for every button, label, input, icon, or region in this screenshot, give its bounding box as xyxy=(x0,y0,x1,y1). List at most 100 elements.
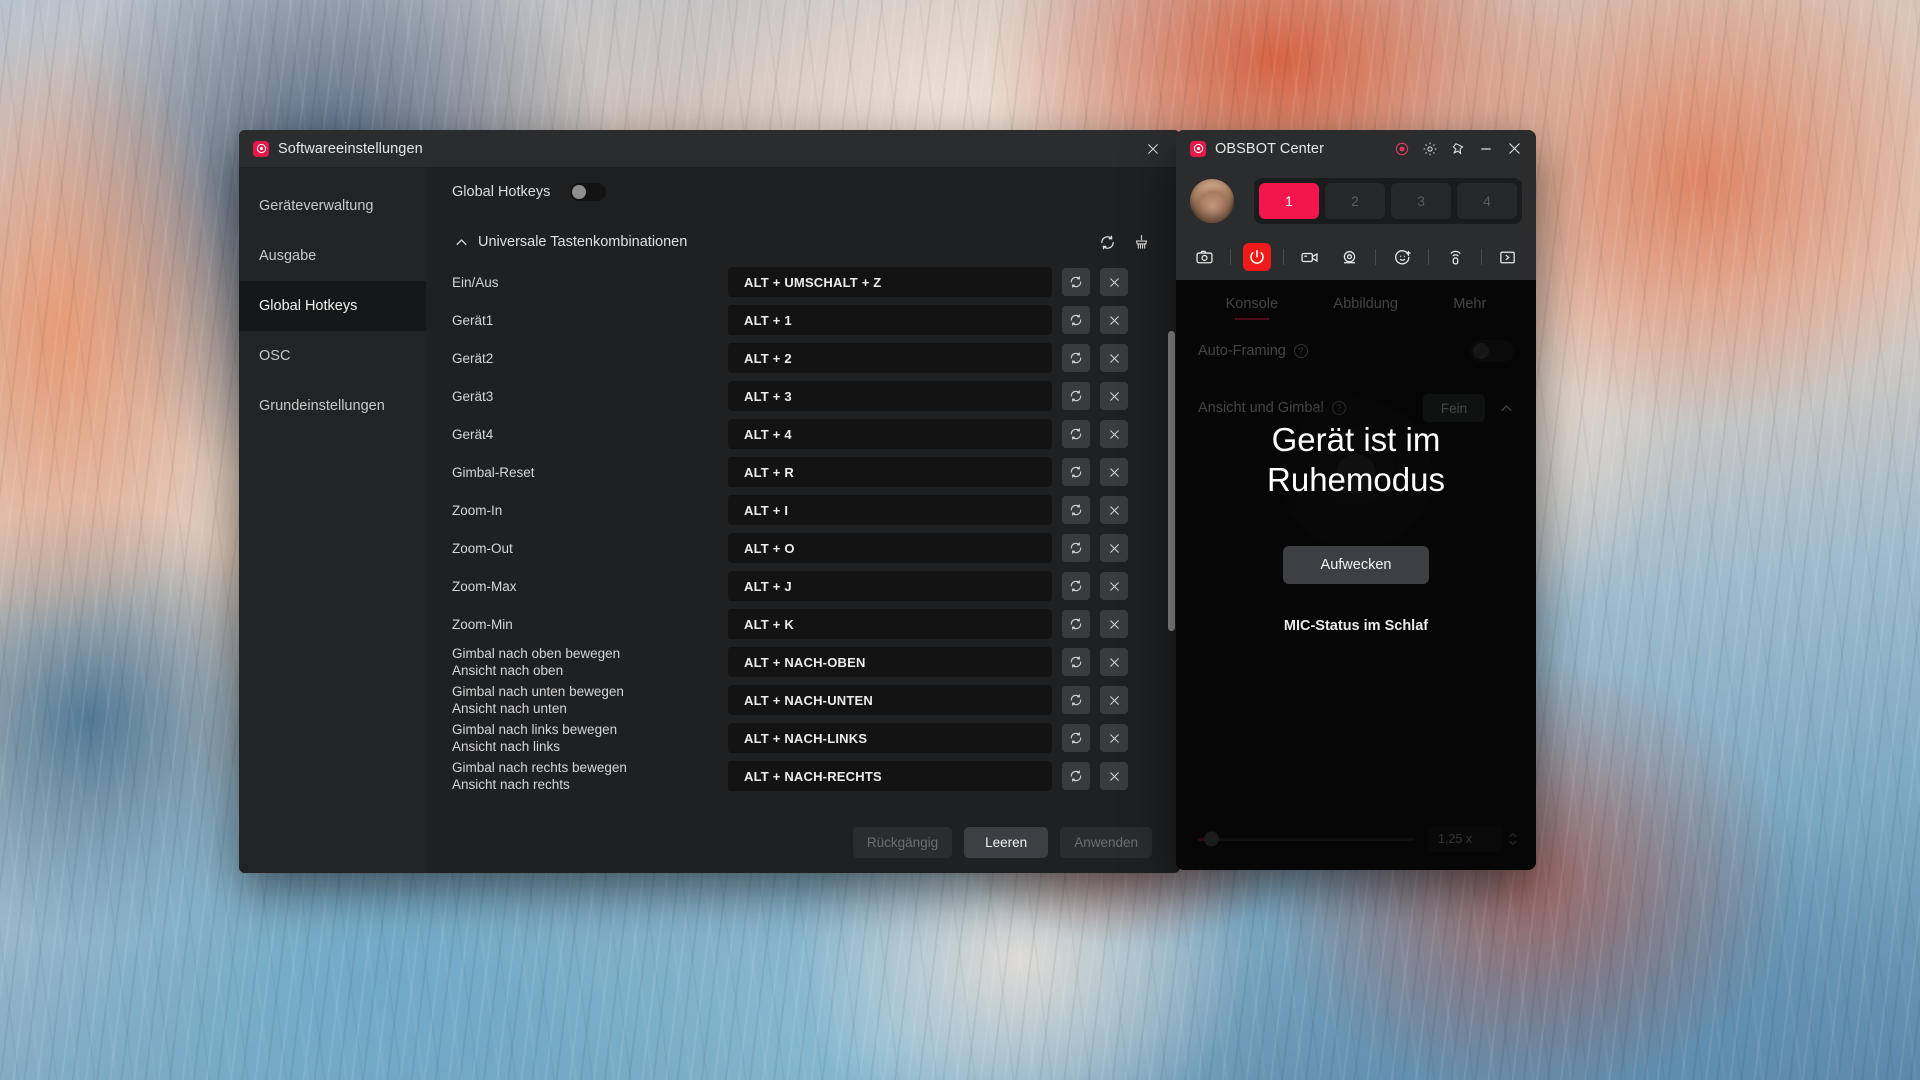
device-tab-2[interactable]: 2 xyxy=(1325,182,1385,219)
auto-framing-toggle[interactable] xyxy=(1470,340,1514,362)
hotkey-input[interactable]: ALT + 4 xyxy=(728,419,1052,449)
hotkey-input[interactable]: ALT + UMSCHALT + Z xyxy=(728,267,1052,297)
hotkey-reset-button[interactable] xyxy=(1062,268,1090,296)
hotkey-clear-button[interactable] xyxy=(1100,572,1128,600)
sidebar-item-osc[interactable]: OSC xyxy=(239,331,426,381)
record-icon[interactable] xyxy=(1390,137,1414,161)
hotkey-reset-button[interactable] xyxy=(1062,306,1090,334)
hotkey-reset-button[interactable] xyxy=(1062,496,1090,524)
auto-framing-label: Auto-Framing xyxy=(1198,343,1286,359)
hotkey-input[interactable]: ALT + O xyxy=(728,533,1052,563)
hotkey-list-scrollbar[interactable] xyxy=(1168,331,1175,631)
hotkey-clear-button[interactable] xyxy=(1100,344,1128,372)
sidebar-item-ausgabe[interactable]: Ausgabe xyxy=(239,231,426,281)
gimbal-control-pad[interactable] xyxy=(1280,398,1432,550)
global-hotkeys-toggle[interactable] xyxy=(570,183,607,201)
hotkey-input[interactable]: ALT + NACH-LINKS xyxy=(728,723,1052,753)
hotkey-input[interactable]: ALT + I xyxy=(728,495,1052,525)
device-tab-3[interactable]: 3 xyxy=(1391,182,1451,219)
hotkey-clear-button[interactable] xyxy=(1100,610,1128,638)
expand-panel-icon[interactable] xyxy=(1494,243,1522,271)
hotkey-clear-button[interactable] xyxy=(1100,382,1128,410)
webcam-icon[interactable] xyxy=(1336,243,1364,271)
hotkey-reset-button[interactable] xyxy=(1062,724,1090,752)
hotkey-clear-button[interactable] xyxy=(1100,686,1128,714)
tab-mehr[interactable]: Mehr xyxy=(1453,296,1486,320)
hotkey-label-line1: Ein/Aus xyxy=(452,274,499,290)
hotkey-clear-button[interactable] xyxy=(1100,458,1128,486)
hotkey-reset-button[interactable] xyxy=(1062,458,1090,486)
gimbal-speed-chip[interactable]: Fein xyxy=(1423,394,1485,422)
hotkey-reset-button[interactable] xyxy=(1062,420,1090,448)
zoom-value-field[interactable]: 1,25 x xyxy=(1428,826,1502,852)
hotkey-input[interactable]: ALT + NACH-RECHTS xyxy=(728,761,1052,791)
hotkey-reset-button[interactable] xyxy=(1062,762,1090,790)
hotkey-row-geraet1: Gerät1 ALT + 1 xyxy=(452,301,1162,339)
hotkey-reset-button[interactable] xyxy=(1062,572,1090,600)
gesture-icon[interactable] xyxy=(1441,243,1469,271)
hotkey-clear-button[interactable] xyxy=(1100,724,1128,752)
obsbot-logo-icon xyxy=(253,140,269,157)
hotkey-label: Zoom-In xyxy=(452,502,728,519)
tab-abbildung[interactable]: Abbildung xyxy=(1333,296,1398,320)
zoom-slider-thumb[interactable] xyxy=(1204,831,1219,847)
chevron-up-icon[interactable] xyxy=(1499,401,1514,416)
hotkey-reset-button[interactable] xyxy=(1062,534,1090,562)
hotkey-clear-button[interactable] xyxy=(1100,534,1128,562)
gear-icon[interactable] xyxy=(1418,137,1442,161)
hotkey-clear-button[interactable] xyxy=(1100,306,1128,334)
hotkey-reset-button[interactable] xyxy=(1062,610,1090,638)
device-tab-4[interactable]: 4 xyxy=(1457,182,1517,219)
hotkey-input[interactable]: ALT + NACH-UNTEN xyxy=(728,685,1052,715)
minimize-icon[interactable] xyxy=(1474,137,1498,161)
hotkey-clear-button[interactable] xyxy=(1100,648,1128,676)
camera-icon[interactable] xyxy=(1190,243,1218,271)
avatar[interactable] xyxy=(1190,178,1234,223)
hotkey-row-geraet2: Gerät2 ALT + 2 xyxy=(452,339,1162,377)
hotkey-clear-button[interactable] xyxy=(1100,420,1128,448)
hotkey-clear-button[interactable] xyxy=(1100,268,1128,296)
refresh-icon[interactable] xyxy=(1094,229,1120,255)
face-tracking-icon[interactable] xyxy=(1388,243,1416,271)
broom-icon[interactable] xyxy=(1128,229,1154,255)
zoom-stepper[interactable] xyxy=(1508,832,1518,846)
power-icon[interactable] xyxy=(1242,243,1271,271)
gimbal-knob[interactable] xyxy=(1336,454,1376,494)
sidebar-item-grundeinstellungen[interactable]: Grundeinstellungen xyxy=(239,381,426,431)
tab-konsole[interactable]: Konsole xyxy=(1226,296,1278,320)
hotkey-reset-button[interactable] xyxy=(1062,382,1090,410)
obsbot-title-bar[interactable]: OBSBOT Center xyxy=(1176,130,1536,167)
hotkey-input[interactable]: ALT + J xyxy=(728,571,1052,601)
hotkey-input[interactable]: ALT + K xyxy=(728,609,1052,639)
hotkey-input[interactable]: ALT + NACH-OBEN xyxy=(728,647,1052,677)
zoom-slider[interactable] xyxy=(1198,831,1414,847)
close-icon[interactable] xyxy=(1140,136,1166,162)
close-icon[interactable] xyxy=(1502,137,1526,161)
chevron-right-icon[interactable] xyxy=(1176,732,1178,762)
hotkey-clear-button[interactable] xyxy=(1100,762,1128,790)
hotkey-reset-button[interactable] xyxy=(1062,686,1090,714)
toggle-knob xyxy=(1473,343,1489,359)
video-icon[interactable] xyxy=(1296,243,1324,271)
undo-button[interactable]: Rückgängig xyxy=(852,826,953,858)
settings-title-bar[interactable]: Softwareeinstellungen xyxy=(239,130,1180,167)
clear-button[interactable]: Leeren xyxy=(964,826,1049,858)
chevron-up-icon[interactable] xyxy=(452,233,470,251)
hotkey-input[interactable]: ALT + 1 xyxy=(728,305,1052,335)
sidebar-item-global-hotkeys[interactable]: Global Hotkeys xyxy=(239,281,426,331)
obsbot-toolbar xyxy=(1176,234,1536,280)
hotkey-clear-button[interactable] xyxy=(1100,496,1128,524)
hotkey-input[interactable]: ALT + 3 xyxy=(728,381,1052,411)
toolbar-separator xyxy=(1375,249,1377,265)
hotkey-input[interactable]: ALT + R xyxy=(728,457,1052,487)
apply-button[interactable]: Anwenden xyxy=(1060,826,1152,858)
sidebar-item-geraeteverwaltung[interactable]: Geräteverwaltung xyxy=(239,181,426,231)
device-tab-1[interactable]: 1 xyxy=(1259,182,1319,219)
help-icon[interactable]: ? xyxy=(1293,344,1308,358)
hotkey-input[interactable]: ALT + 2 xyxy=(728,343,1052,373)
wake-button[interactable]: Aufwecken xyxy=(1283,546,1429,584)
pin-icon[interactable] xyxy=(1446,137,1470,161)
hotkey-reset-button[interactable] xyxy=(1062,344,1090,372)
hotkey-reset-button[interactable] xyxy=(1062,648,1090,676)
hotkey-label-line1: Zoom-Min xyxy=(452,616,513,632)
